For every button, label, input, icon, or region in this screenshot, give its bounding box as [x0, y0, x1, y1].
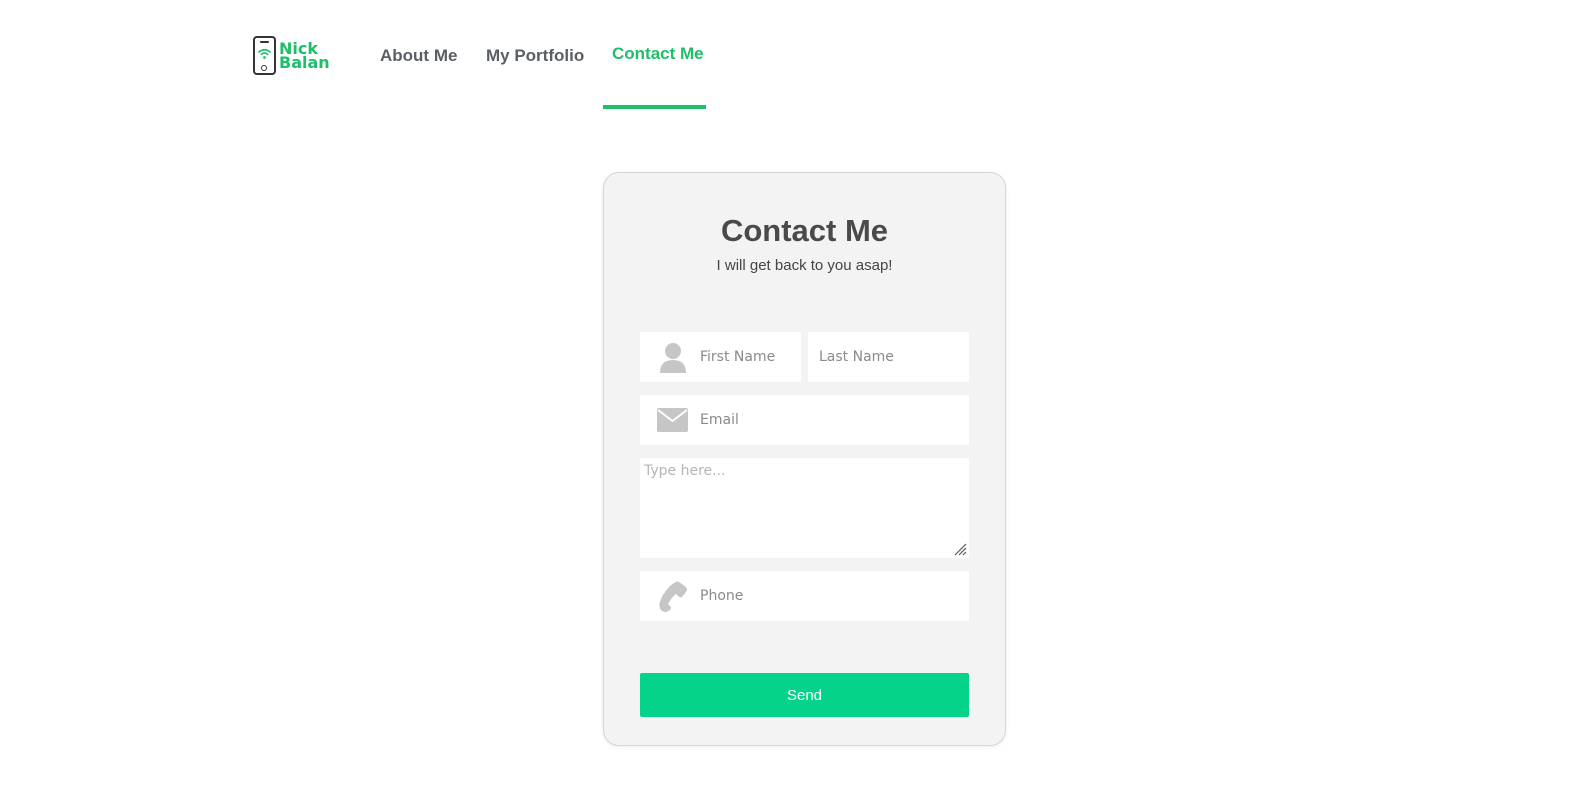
- phone-field[interactable]: [640, 571, 969, 621]
- brand-name-last: Balan: [279, 52, 330, 72]
- email-input[interactable]: [700, 412, 940, 428]
- email-field[interactable]: [640, 395, 969, 445]
- last-name-field[interactable]: [808, 332, 969, 382]
- nav-item-contact-me[interactable]: Contact Me: [612, 44, 704, 64]
- nav-item-my-portfolio[interactable]: My Portfolio: [486, 46, 584, 66]
- brand-name: Nick Balan: [279, 40, 330, 72]
- first-name-field[interactable]: [640, 332, 801, 382]
- message-field[interactable]: [640, 458, 969, 558]
- form-title: Contact Me: [720, 213, 889, 248]
- phone-input[interactable]: [700, 588, 940, 604]
- send-button[interactable]: Send: [640, 673, 969, 717]
- envelope-icon: [657, 405, 688, 436]
- page: Nick Balan About Me My Portfolio Contact…: [0, 0, 1595, 811]
- brand-logo[interactable]: Nick Balan: [253, 36, 330, 75]
- first-name-input[interactable]: [700, 349, 800, 365]
- phone-icon: [657, 581, 688, 612]
- smartphone-wifi-icon: [253, 36, 276, 75]
- form-subtitle: I will get back to you asap!: [716, 257, 893, 274]
- nav-active-indicator: [603, 105, 706, 109]
- message-textarea[interactable]: [640, 458, 969, 558]
- nav-item-about-me[interactable]: About Me: [380, 46, 457, 66]
- user-icon: [657, 342, 688, 373]
- last-name-input[interactable]: [819, 349, 959, 365]
- resize-grip-icon[interactable]: [954, 543, 967, 556]
- contact-form-card: Contact Me I will get back to you asap!: [603, 172, 1006, 746]
